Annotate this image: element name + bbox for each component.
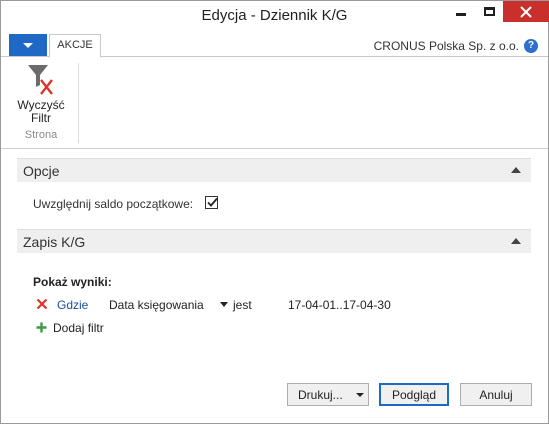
close-button[interactable] [503,1,549,22]
section-header-gl-entry[interactable]: Zapis K/G [17,229,531,253]
section-title-gl-entry: Zapis K/G [23,234,86,250]
filter-field-select[interactable]: Data księgowania [109,298,204,312]
filter-value-input[interactable]: 17-04-01..17-04-30 [288,298,391,312]
add-filter-icon[interactable] [36,322,47,333]
ribbon-tab-row: AKCJE CRONUS Polska Sp. z o.o. ? [1,31,548,58]
ribbon-group-divider [78,63,79,143]
section-header-options[interactable]: Opcje [17,158,531,182]
filter-operator: jest [233,298,252,312]
minimize-button[interactable] [447,1,475,22]
clear-filter-icon [28,65,53,95]
preview-button[interactable]: Podgląd [379,383,449,406]
minimize-icon [456,13,466,16]
ribbon-panel: Wyczyść Filtr Strona [1,57,548,149]
company-name: CRONUS Polska Sp. z o.o. [373,39,519,53]
add-filter-link[interactable]: Dodaj filtr [53,321,104,335]
chevron-up-icon[interactable] [511,167,521,173]
clear-filter-label-line2: Filtr [31,111,51,125]
remove-filter-icon[interactable] [36,298,48,310]
chevron-up-icon[interactable] [511,238,521,244]
cancel-button[interactable]: Anuluj [460,383,532,406]
include-opening-balance-checkbox[interactable] [205,196,218,209]
section-title-options: Opcje [23,163,60,179]
ribbon-group-label: Strona [24,129,58,141]
dialog-window: Edycja - Dziennik K/G AKCJE CRONUS Polsk… [0,0,549,424]
print-button[interactable]: Drukuj... [287,383,369,406]
clear-filter-button[interactable]: Wyczyść Filtr [11,61,71,127]
application-menu-button[interactable] [9,34,47,56]
maximize-icon [483,7,495,16]
chevron-down-icon[interactable] [220,302,228,307]
clear-filter-label: Wyczyść Filtr [11,99,71,125]
tab-actions[interactable]: AKCJE [49,34,101,58]
close-icon [520,5,532,18]
print-button-label: Drukuj... [298,388,343,402]
checkmark-icon [207,197,218,207]
chevron-down-icon [23,42,33,48]
include-opening-balance-label: Uwzględnij saldo początkowe: [33,197,194,211]
chevron-down-icon [356,393,364,397]
show-results-label: Pokaż wyniki: [33,275,112,289]
help-icon[interactable]: ? [524,39,538,53]
filter-where-link[interactable]: Gdzie [57,298,88,312]
dialog-content: Opcje Uwzględnij saldo początkowe: Zapis… [1,149,548,423]
maximize-button[interactable] [475,1,503,22]
title-bar: Edycja - Dziennik K/G [1,1,549,29]
